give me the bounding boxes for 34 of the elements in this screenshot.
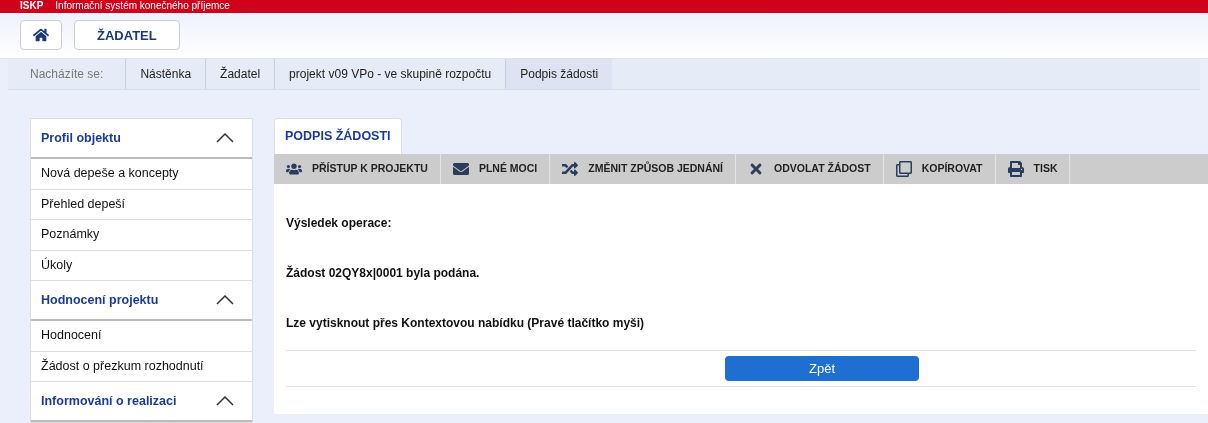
home-icon [33, 27, 49, 44]
sidebar-item[interactable]: Přehled depeší [31, 189, 252, 220]
printer-icon [1007, 161, 1024, 177]
result-message: Lze vytisknout přes Kontextovou nabídku (Pravé tlačítko myši) [286, 315, 646, 332]
chevron-icon[interactable] [216, 396, 234, 406]
sidebar-item[interactable]: Žádost o přezkum rozhodnutí [31, 351, 252, 382]
sidebar-section-title: Profil objektu [41, 129, 121, 147]
app-short-name: ISKP [20, 0, 44, 13]
home-button[interactable] [20, 20, 62, 51]
envelope-icon [452, 161, 469, 177]
chevron-icon[interactable] [216, 295, 234, 305]
copy-icon [895, 161, 912, 177]
app-title: Informační systém konečného příjemce [55, 0, 230, 13]
sidebar-item[interactable]: Úkoly [31, 250, 252, 281]
sidebar-item[interactable]: Hodnocení [31, 321, 252, 352]
chevron-icon[interactable] [216, 133, 234, 143]
breadcrumb-link[interactable]: Nástěnka [125, 58, 206, 89]
sidebar-item[interactable]: Nová depeše a koncepty [31, 159, 252, 190]
sidebar-item[interactable]: Poznámky [31, 220, 252, 251]
shuffle-icon [562, 161, 579, 177]
breadcrumb-label: Nacházíte se: [29, 65, 105, 83]
sidebar-section-title: Informování o realizaci [41, 392, 177, 410]
tab[interactable]: PODPIS ŽÁDOSTI [274, 118, 402, 154]
sidebar-section-header[interactable]: Profil objektu [31, 119, 252, 159]
sidebar-section-header[interactable]: Hodnocení projektu [31, 281, 252, 321]
result-message: Výsledek operace: [286, 215, 393, 232]
role-button[interactable]: ŽADATEL [74, 20, 180, 51]
result-message: Žádost 02QY8x|0001 byla podána. [286, 264, 481, 282]
sidebar-section-title: Hodnocení projektu [41, 291, 159, 309]
back-button[interactable]: Zpět [725, 356, 919, 381]
people-icon [286, 161, 302, 177]
breadcrumb-link[interactable]: Podpis žádosti [505, 58, 613, 89]
breadcrumb-link[interactable]: Žadatel [205, 58, 275, 89]
sidebar-section-header[interactable]: Informování o realizaci [31, 382, 252, 422]
